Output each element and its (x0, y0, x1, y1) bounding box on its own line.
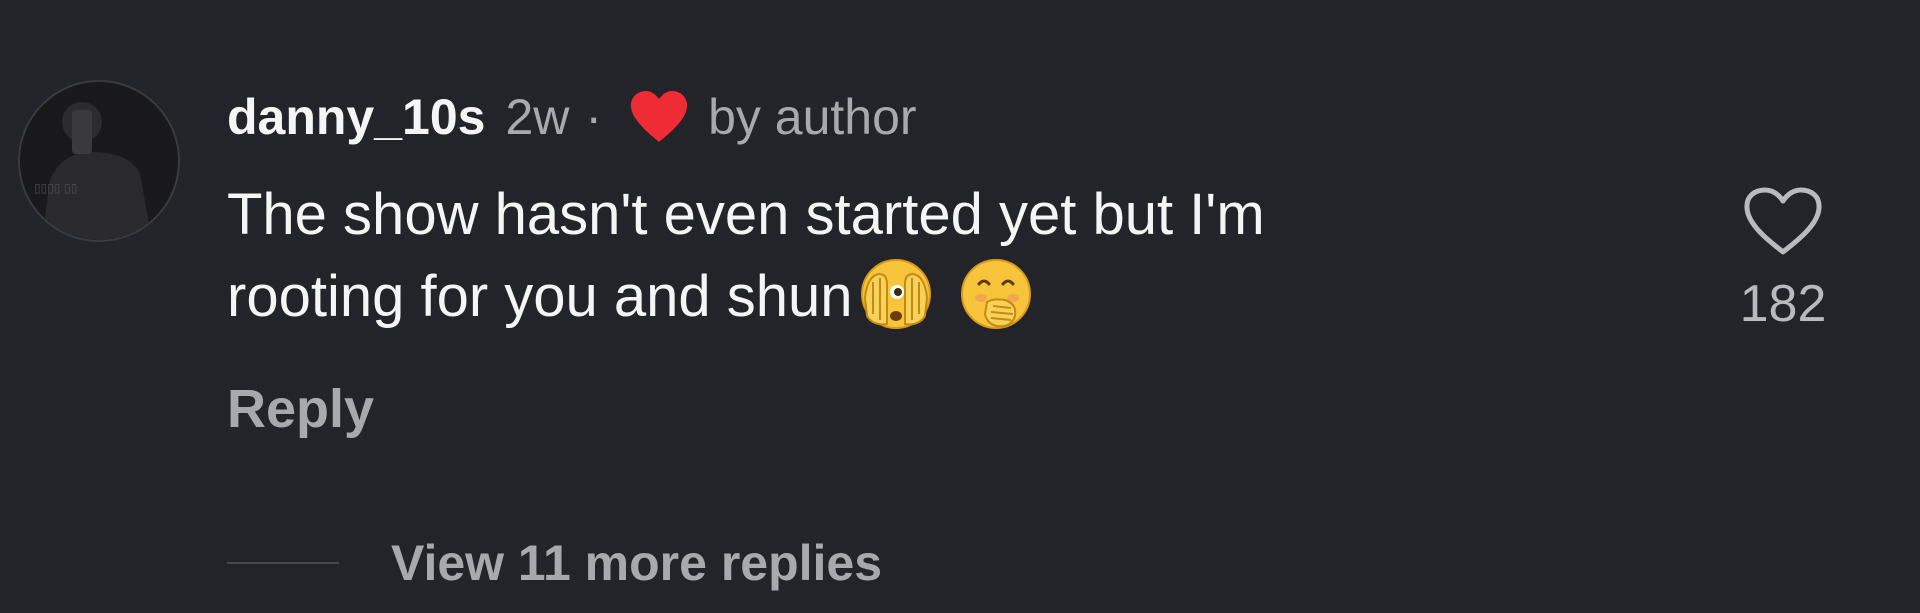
view-replies-row: View 11 more replies (227, 530, 882, 596)
timestamp: 2w (505, 89, 570, 145)
separator-dot: · (585, 89, 603, 145)
like-button[interactable] (1742, 186, 1824, 258)
username[interactable]: danny_10s (227, 88, 485, 146)
comment-text-line-2: rooting for you and shun (227, 264, 853, 329)
face-with-hand-over-mouth-icon (957, 254, 1035, 332)
view-more-replies-button[interactable]: View 11 more replies (391, 534, 882, 592)
heart-outline-icon (1744, 187, 1822, 255)
avatar-image: ▯▯▯▯ ▯▯ (20, 82, 178, 240)
face-with-open-eyes-and-hand-over-mouth-icon (857, 254, 935, 332)
like-count: 182 (1739, 275, 1827, 333)
reply-button[interactable]: Reply (227, 378, 374, 440)
avatar[interactable]: ▯▯▯▯ ▯▯ (18, 80, 180, 242)
comment-header: danny_10s 2w · by author (227, 84, 917, 150)
author-heart-icon (628, 90, 690, 144)
comment-text: The show hasn't even started yet but I'm… (227, 176, 1547, 336)
comment-text-line-1: The show hasn't even started yet but I'm (227, 182, 1265, 247)
svg-text:▯▯▯▯ ▯▯: ▯▯▯▯ ▯▯ (34, 181, 77, 195)
liked-by-author-label: by author (708, 89, 917, 145)
comment-item: ▯▯▯▯ ▯▯ danny_10s 2w · by author The sho… (0, 0, 1920, 613)
replies-divider (227, 562, 339, 564)
